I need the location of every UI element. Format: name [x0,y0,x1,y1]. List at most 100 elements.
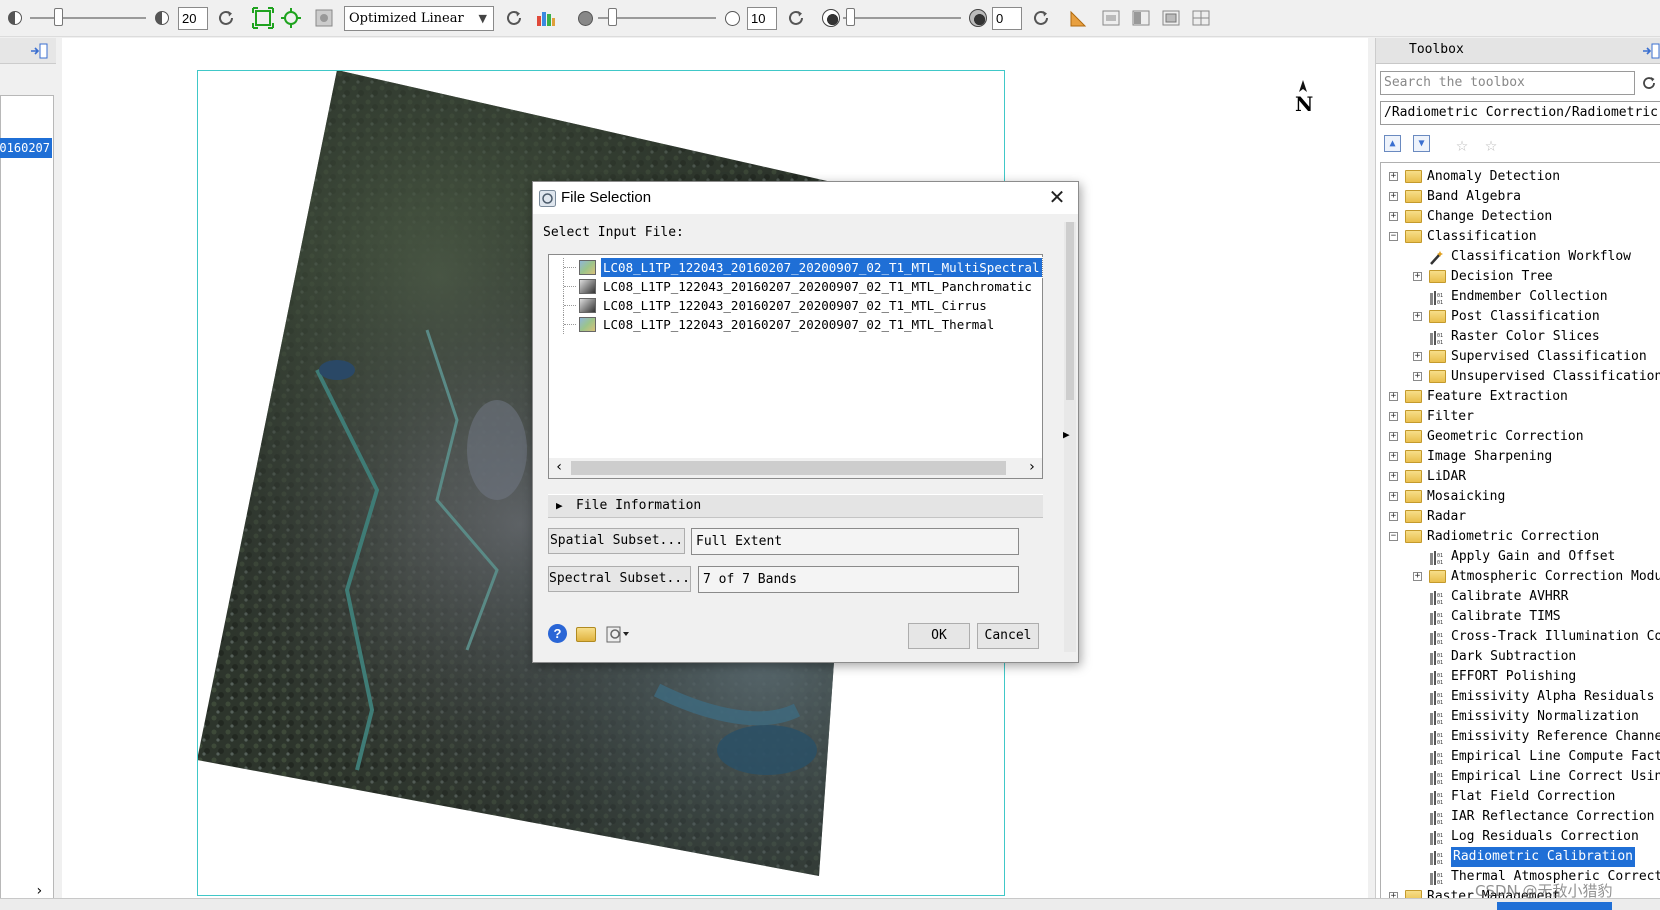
panel-expand-arrow-icon[interactable]: ▶ [1063,428,1070,441]
tree-item-empirical-line-compute-factors[interactable]: 0101 Empirical Line Compute Factors [1381,747,1660,767]
brightness-slider-thumb[interactable] [54,8,63,26]
refresh-toolbox-icon[interactable] [1640,74,1658,92]
collapse-minus-icon[interactable]: − [1389,532,1398,541]
tree-item-unsupervised-classification[interactable]: + Unsupervised Classification [1381,367,1660,387]
help-icon[interactable]: ? [548,624,567,643]
file-list-item[interactable]: LC08_L1TP_122043_20160207_20200907_02_T1… [563,277,1033,296]
tree-item-supervised-classification[interactable]: + Supervised Classification [1381,347,1660,367]
tree-item-calibrate-avhrr[interactable]: 01 01 Calibrate AVHRR [1381,587,1660,607]
tree-item-radiometric-correction[interactable]: − Radiometric Correction [1381,527,1660,547]
expand-plus-icon[interactable]: + [1389,192,1398,201]
file-list-item[interactable]: LC08_L1TP_122043_20160207_20200907_02_T1… [563,315,1033,334]
sharpen-value-input[interactable]: 10 [747,7,777,30]
tree-item-decision-tree[interactable]: + Decision Tree [1381,267,1660,287]
toolbox-path-field[interactable]: /Radiometric Correction/Radiometric Cali… [1380,101,1660,125]
tree-item-classification[interactable]: − Classification [1381,227,1660,247]
open-folder-icon[interactable] [576,627,596,642]
histogram-icon[interactable] [535,7,557,29]
view-single-icon[interactable] [1100,7,1122,29]
scroll-right-icon[interactable]: › [35,883,43,899]
reset-transparency-icon[interactable] [1030,7,1052,29]
tree-item-filter[interactable]: + Filter [1381,407,1660,427]
expand-plus-icon[interactable]: + [1389,172,1398,181]
dialog-titlebar[interactable]: File Selection ✕ [533,182,1078,214]
expand-plus-icon[interactable]: + [1389,212,1398,221]
spatial-subset-button[interactable]: Spatial Subset... [548,528,685,554]
tree-item-calibrate-tims[interactable]: 01 01 Calibrate TIMS [1381,607,1660,627]
expand-plus-icon[interactable]: + [1413,272,1422,281]
tree-item-lidar[interactable]: + LiDAR [1381,467,1660,487]
file-list-item[interactable]: LC08_L1TP_122043_20160207_20200907_02_T1… [563,257,1043,278]
tree-item-flat-field-correction[interactable]: 01 01 Flat Field Correction [1381,787,1660,807]
tree-item-dark-subtraction[interactable]: 01 01 Dark Subtraction [1381,647,1660,667]
tree-item-classification-workflow[interactable]: Classification Workflow [1381,247,1660,267]
tree-item-endmember-collection[interactable]: 01 01 Endmember Collection [1381,287,1660,307]
scroll-left-icon[interactable]: ‹ [555,459,563,475]
full-extent-icon[interactable] [280,7,302,29]
collapse-minus-icon[interactable]: − [1389,232,1398,241]
file-options-icon[interactable] [606,624,630,644]
view-overlay-icon[interactable] [1160,7,1182,29]
tree-item-effort-polishing[interactable]: 01 01 EFFORT Polishing [1381,667,1660,687]
tree-item-empirical-line-correct-using[interactable]: 01 01 Empirical Line Correct Using [1381,767,1660,787]
tree-item-radiometric-calibration[interactable]: 01 01 Radiometric Calibration [1381,847,1660,867]
expand-all-button[interactable]: ▼ [1413,135,1430,152]
input-file-list[interactable]: LC08_L1TP_122043_20160207_20200907_02_T1… [548,254,1043,479]
toolbox-search-input[interactable]: Search the toolbox [1380,71,1635,95]
expand-plus-icon[interactable]: + [1389,392,1398,401]
expand-plus-icon[interactable]: + [1389,452,1398,461]
favorite-star-icon[interactable]: ☆ [1456,132,1468,156]
measure-icon[interactable] [1068,7,1090,29]
tree-item-change-detection[interactable]: + Change Detection [1381,207,1660,227]
expand-plus-icon[interactable]: + [1389,472,1398,481]
close-icon[interactable]: ✕ [1046,187,1068,209]
tree-item-anomaly-detection[interactable]: + Anomaly Detection [1381,167,1660,187]
brightness-value-input[interactable]: 20 [178,7,208,30]
cancel-button[interactable]: Cancel [977,623,1039,649]
scroll-right-icon[interactable]: › [1028,459,1036,475]
scrollbar-thumb[interactable] [571,461,1006,475]
horizontal-scrollbar[interactable]: ‹ › [549,458,1042,478]
reset-stretch-icon[interactable] [503,7,525,29]
tree-item-raster-color-slices[interactable]: 01 01 Raster Color Slices [1381,327,1660,347]
stretch-type-select[interactable]: Optimized Linear ▼ [344,6,494,31]
tree-item-image-sharpening[interactable]: + Image Sharpening [1381,447,1660,467]
scrollbar-thumb[interactable] [1066,222,1074,400]
file-list-item[interactable]: LC08_L1TP_122043_20160207_20200907_02_T1… [563,296,1033,315]
expand-plus-icon[interactable]: + [1389,432,1398,441]
tree-item-mosaicking[interactable]: + Mosaicking [1381,487,1660,507]
sharpen-slider-thumb[interactable] [608,8,617,26]
tree-item-apply-gain-and-offset[interactable]: 01 01 Apply Gain and Offset [1381,547,1660,567]
tree-item-atmospheric-correction-module[interactable]: + Atmospheric Correction Module [1381,567,1660,587]
tree-item-emissivity-reference-channel[interactable]: 01 01 Emissivity Reference Channel [1381,727,1660,747]
tree-item-iar-reflectance-correction[interactable]: 01 01 IAR Reflectance Correction [1381,807,1660,827]
view-split-icon[interactable] [1130,7,1152,29]
expand-plus-icon[interactable]: + [1389,412,1398,421]
tree-item-log-residuals-correction[interactable]: 01 01 Log Residuals Correction [1381,827,1660,847]
tree-item-geometric-correction[interactable]: + Geometric Correction [1381,427,1660,447]
fit-to-window-icon[interactable] [252,7,274,29]
tree-item-emissivity-alpha-residuals[interactable]: 01 01 Emissivity Alpha Residuals [1381,687,1660,707]
reset-brightness-icon[interactable] [215,7,237,29]
expand-plus-icon[interactable]: + [1389,492,1398,501]
expand-plus-icon[interactable]: + [1413,372,1422,381]
tree-item-feature-extraction[interactable]: + Feature Extraction [1381,387,1660,407]
tree-item-emissivity-normalization[interactable]: 01 01 Emissivity Normalization [1381,707,1660,727]
file-information-section[interactable]: ▶ File Information [548,494,1043,518]
expand-plus-icon[interactable]: + [1413,572,1422,581]
dock-panel-icon[interactable] [30,43,48,59]
add-favorite-star-icon[interactable]: ☆ [1485,132,1497,156]
expand-plus-icon[interactable]: + [1413,312,1422,321]
layer-list[interactable] [0,95,54,910]
layer-item-selected[interactable]: LC08_L1TP_122043_20160207 [0,138,52,158]
transparency-slider-track[interactable] [843,17,961,19]
spectral-subset-button[interactable]: Spectral Subset... [548,566,691,592]
transparency-value-input[interactable]: 0 [992,7,1022,30]
reset-sharpen-icon[interactable] [785,7,807,29]
tree-item-cross-track-illumination-correction[interactable]: 0101 Cross-Track Illumination Correction [1381,627,1660,647]
pan-icon[interactable] [313,7,335,29]
tree-item-band-algebra[interactable]: + Band Algebra [1381,187,1660,207]
view-grid-icon[interactable] [1190,7,1212,29]
tree-item-post-classification[interactable]: + Post Classification [1381,307,1660,327]
tree-item-radar[interactable]: + Radar [1381,507,1660,527]
